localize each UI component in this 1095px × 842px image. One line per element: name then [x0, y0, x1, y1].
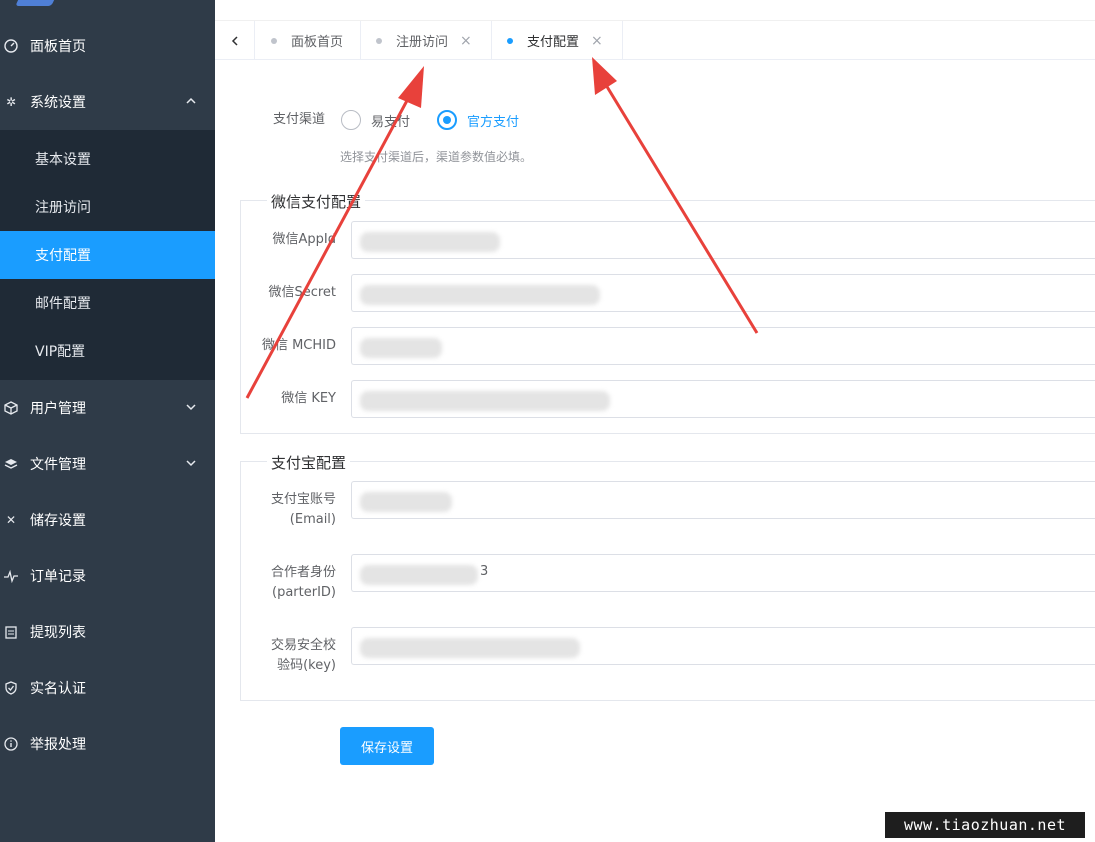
alipay-key-label: 交易安全校 验码(key)	[250, 636, 336, 676]
sidebar-item-label: 储存设置	[30, 513, 86, 529]
wechat-mchid-label: 微信 MCHID	[261, 338, 336, 353]
tab-scroll-left-button[interactable]	[215, 21, 255, 60]
info-icon	[4, 737, 18, 751]
system-settings-submenu: 基本设置 注册访问 支付配置 邮件配置 VIP配置	[0, 130, 215, 380]
sidebar-item-report-handling[interactable]: 举报处理	[0, 716, 215, 772]
tab-dot	[271, 37, 277, 44]
tab-dot	[376, 37, 382, 44]
radio-epay[interactable]: 易支付	[341, 110, 410, 130]
redacted-value	[360, 285, 600, 305]
tab-register-access[interactable]: 注册访问 ×	[361, 21, 492, 60]
sidebar-item-label: 订单记录	[30, 569, 86, 585]
sidebar-item-realname-auth[interactable]: 实名认证	[0, 660, 215, 716]
alipay-account-input[interactable]	[351, 481, 1095, 519]
chevron-up-icon	[186, 97, 196, 104]
wechat-mchid-input[interactable]	[351, 327, 1095, 365]
tab-label: 注册访问	[396, 35, 449, 50]
radio-circle	[341, 110, 361, 130]
label-line: (parterID)	[272, 585, 336, 600]
wechat-appid-input[interactable]	[351, 221, 1095, 259]
channel-label: 支付渠道	[272, 112, 325, 127]
save-settings-button[interactable]: 保存设置	[340, 727, 434, 765]
sidebar-item-user-management[interactable]: 用户管理	[0, 380, 215, 436]
sidebar-item-label: 面板首页	[30, 39, 86, 55]
alipay-legend: 支付宝配置	[267, 452, 351, 473]
sidebar-item-label: 系统设置	[30, 95, 86, 111]
redacted-value	[360, 492, 452, 512]
alipay-partner-input[interactable]: 3	[351, 554, 1095, 592]
alipay-partner-label: 合作者身份 (parterID)	[250, 563, 336, 603]
chevron-down-icon	[186, 404, 196, 411]
sidebar: 面板首页 ✲ 系统设置 基本设置 注册访问 支付配置 邮件配置 VIP配置 用户…	[0, 0, 215, 842]
shield-icon	[4, 681, 18, 695]
partner-visible-suffix: 3	[480, 564, 489, 579]
radio-label: 官方支付	[467, 114, 520, 130]
watermark: www.tiaozhuan.net	[885, 812, 1085, 838]
label-line: (Email)	[289, 512, 336, 527]
tab-dot	[507, 37, 513, 44]
wechat-legend: 微信支付配置	[267, 191, 366, 212]
sidebar-item-dashboard[interactable]: 面板首页	[0, 18, 215, 74]
label-line: 验码(key)	[277, 658, 336, 673]
close-icon[interactable]: ×	[460, 33, 472, 49]
sidebar-item-system-settings[interactable]: ✲ 系统设置	[0, 74, 215, 130]
label-line: 合作者身份	[270, 565, 336, 580]
radio-official-pay[interactable]: 官方支付	[437, 110, 519, 130]
tab-label: 支付配置	[527, 35, 580, 50]
cube-icon	[4, 401, 18, 415]
logo-mark	[15, 0, 61, 6]
sidebar-item-label: 支付配置	[35, 248, 91, 264]
sidebar-item-label: 用户管理	[30, 401, 86, 417]
sidebar-item-storage-settings[interactable]: ✕ 储存设置	[0, 492, 215, 548]
sidebar-item-label: 邮件配置	[35, 296, 91, 312]
tab-payment-config[interactable]: 支付配置 ×	[492, 21, 623, 60]
sidebar-item-withdraw-list[interactable]: 提现列表	[0, 604, 215, 660]
sidebar-item-label: 注册访问	[35, 200, 91, 216]
close-icon[interactable]: ×	[591, 33, 603, 49]
sidebar-item-basic-settings[interactable]: 基本设置	[0, 135, 215, 183]
sidebar-item-order-records[interactable]: 订单记录	[0, 548, 215, 604]
sidebar-item-label: 提现列表	[30, 625, 86, 641]
clipboard-icon	[4, 625, 18, 639]
sidebar-item-label: 举报处理	[30, 737, 86, 753]
sidebar-item-mail-config[interactable]: 邮件配置	[0, 279, 215, 327]
wechat-key-input[interactable]	[351, 380, 1095, 418]
redacted-value	[360, 565, 478, 585]
sidebar-item-label: 实名认证	[30, 681, 86, 697]
wechat-secret-input[interactable]	[351, 274, 1095, 312]
gear-icon: ✲	[5, 95, 17, 109]
tools-icon: ✕	[5, 513, 17, 527]
alipay-account-label: 支付宝账号 (Email)	[250, 490, 336, 530]
chevron-down-icon	[186, 460, 196, 467]
redacted-value	[360, 391, 610, 411]
tab-dashboard[interactable]: 面板首页	[255, 21, 361, 60]
tab-label: 面板首页	[291, 35, 344, 50]
redacted-value	[360, 232, 500, 252]
label-line: 支付宝账号	[270, 492, 336, 507]
channel-hint: 选择支付渠道后，渠道参数值必填。	[340, 150, 533, 164]
sidebar-item-label: VIP配置	[35, 344, 86, 360]
sidebar-item-file-management[interactable]: 文件管理	[0, 436, 215, 492]
pulse-icon	[4, 569, 18, 583]
alipay-key-input[interactable]	[351, 627, 1095, 665]
redacted-value	[360, 638, 580, 658]
radio-label: 易支付	[371, 114, 411, 130]
sidebar-item-payment-config[interactable]: 支付配置	[0, 231, 215, 279]
layers-icon	[4, 457, 18, 471]
wechat-key-label: 微信 KEY	[281, 391, 336, 406]
label-line: 交易安全校	[270, 638, 336, 653]
sidebar-item-vip-config[interactable]: VIP配置	[0, 327, 215, 375]
wechat-secret-label: 微信Secret	[268, 285, 336, 300]
radio-circle	[437, 110, 457, 130]
wechat-appid-label: 微信AppId	[272, 232, 336, 247]
app-logo[interactable]	[15, 0, 180, 8]
sidebar-item-register-access[interactable]: 注册访问	[0, 183, 215, 231]
chevron-left-icon	[231, 35, 238, 46]
tab-bar: 面板首页 注册访问 × 支付配置 ×	[215, 20, 1095, 60]
sidebar-item-label: 文件管理	[30, 457, 86, 473]
redacted-value	[360, 338, 442, 358]
dashboard-icon	[4, 39, 18, 53]
sidebar-item-label: 基本设置	[35, 152, 91, 168]
